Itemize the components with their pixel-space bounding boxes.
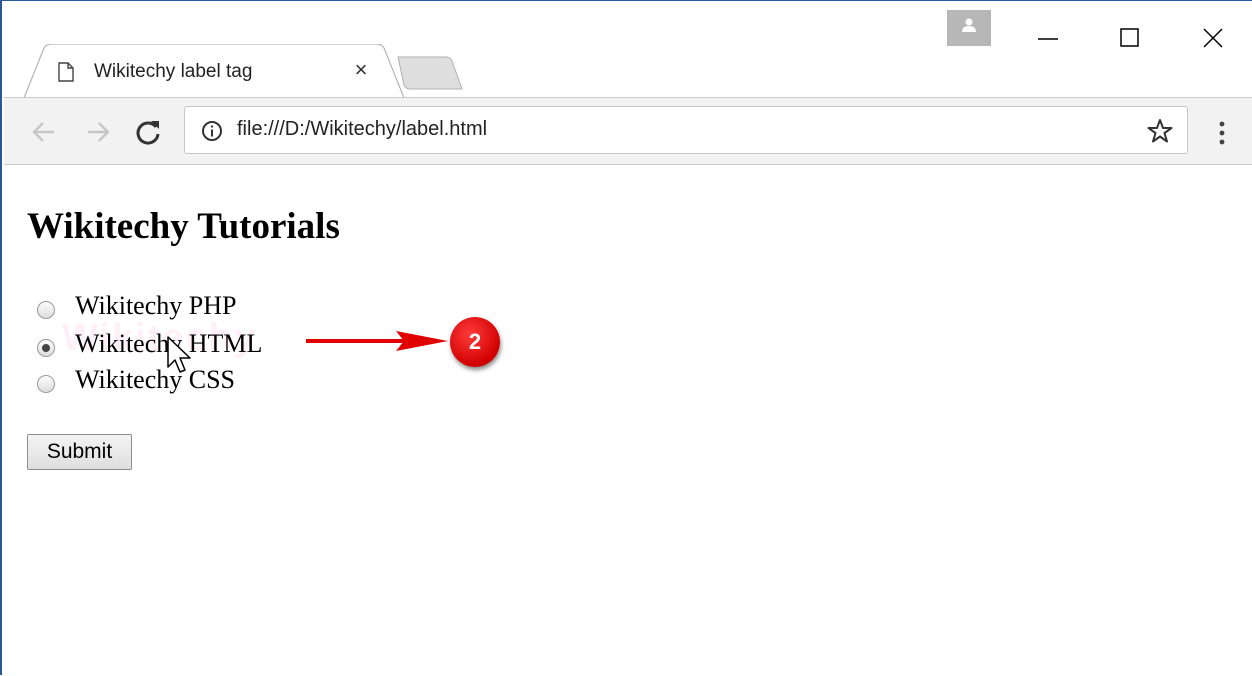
- browser-window: Wikitechy label tag × file:///D:/Wikitec…: [0, 0, 1252, 675]
- info-icon[interactable]: [201, 120, 223, 142]
- radio-button-css[interactable]: [37, 375, 55, 393]
- maximize-icon[interactable]: [1100, 15, 1160, 55]
- back-arrow-icon[interactable]: [28, 116, 60, 148]
- page-icon: [58, 62, 74, 82]
- reload-icon[interactable]: [132, 116, 164, 148]
- forward-arrow-icon[interactable]: [82, 116, 114, 148]
- tab-wikitechy-label-tag[interactable]: Wikitechy label tag ×: [24, 44, 404, 98]
- menu-dots-icon[interactable]: [1210, 118, 1234, 148]
- submit-button[interactable]: Submit: [27, 434, 132, 470]
- radio-selected-dot: [42, 344, 50, 352]
- person-icon: [962, 18, 976, 32]
- page-content: Wikitechy Tutorials Wikitechy Wikitechy …: [4, 165, 1252, 676]
- url-text[interactable]: file:///D:/Wikitechy/label.html: [237, 118, 487, 141]
- step-number-badge: 2: [450, 317, 500, 367]
- radio-label-css[interactable]: Wikitechy CSS: [75, 365, 235, 395]
- minimize-icon[interactable]: [1018, 15, 1078, 55]
- radio-label-php[interactable]: Wikitechy PHP: [75, 291, 236, 321]
- browser-toolbar: file:///D:/Wikitechy/label.html: [4, 97, 1252, 165]
- radio-button-html[interactable]: [37, 339, 55, 357]
- mouse-cursor-icon: [167, 336, 191, 373]
- title-bar: Wikitechy label tag ×: [4, 1, 1252, 98]
- profile-button[interactable]: [947, 10, 991, 46]
- annotation-arrow-icon: [306, 331, 448, 351]
- page-heading: Wikitechy Tutorials: [27, 206, 340, 247]
- new-tab-button[interactable]: [396, 55, 464, 91]
- radio-button-php[interactable]: [37, 301, 55, 319]
- tab-close-icon[interactable]: ×: [349, 58, 373, 82]
- tab-title: Wikitechy label tag: [94, 61, 253, 82]
- close-icon[interactable]: [1184, 15, 1244, 55]
- star-icon[interactable]: [1147, 118, 1173, 144]
- address-bar[interactable]: file:///D:/Wikitechy/label.html: [184, 106, 1188, 154]
